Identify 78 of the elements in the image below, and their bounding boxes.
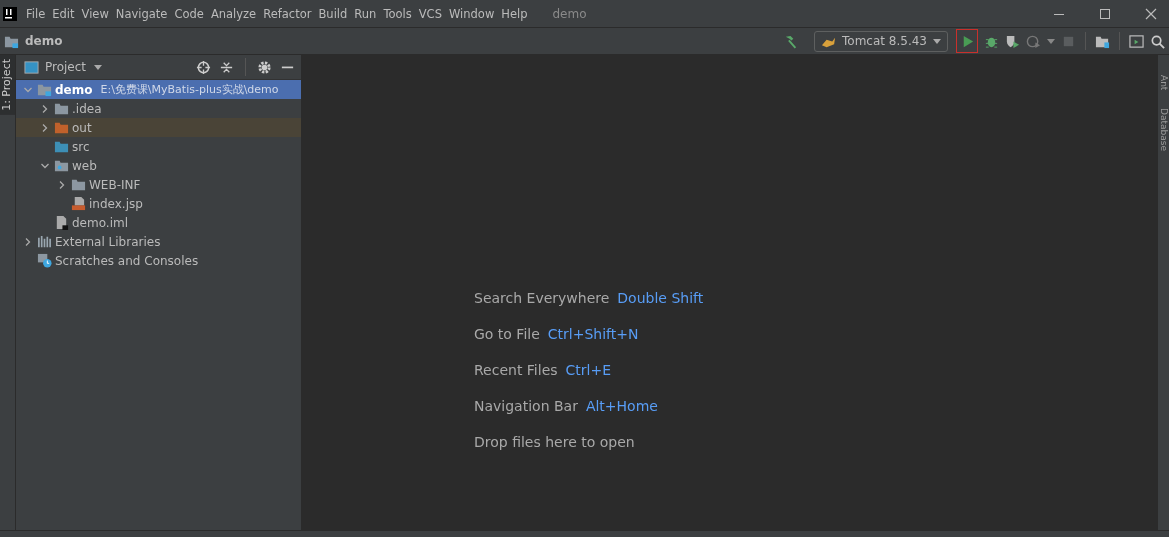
folder-icon (71, 177, 86, 192)
tree-item[interactable]: WEB-INF (16, 175, 301, 194)
menu-item[interactable]: VCS (418, 7, 442, 21)
module-path: E:\免费课\MyBatis-plus实战\demo (100, 82, 279, 97)
menu-item[interactable]: Code (174, 7, 204, 21)
tree-item-name: demo (55, 82, 93, 97)
tree-item-name: .idea (72, 101, 102, 116)
project-view-dropdown[interactable]: Project (45, 60, 87, 74)
menu-item[interactable]: Window (448, 7, 495, 21)
scratch-clock-icon (37, 253, 52, 268)
shortcut-label: Double Shift (617, 289, 704, 306)
folder-icon (54, 120, 69, 135)
tree-item-name: demo.iml (72, 215, 128, 230)
tree-item-name: WEB-INF (89, 177, 141, 192)
library-icon (37, 234, 52, 249)
menu-item[interactable]: Tools (383, 7, 412, 21)
shortcut-label: Ctrl+Shift+N (547, 325, 639, 342)
menu-item[interactable]: Edit (52, 7, 75, 21)
tree-item[interactable]: demo.iml (16, 213, 301, 232)
menu-item[interactable]: Analyze (210, 7, 257, 21)
window-title: demo (552, 7, 587, 21)
menu-item[interactable]: Help (501, 7, 528, 21)
menu-item[interactable]: Navigate (115, 7, 168, 21)
hint-label: Navigation Bar (474, 397, 578, 414)
shortcut-label: Ctrl+E (565, 361, 612, 378)
tree-item-name: web (72, 158, 97, 173)
tree-item[interactable]: External Libraries (16, 232, 301, 251)
tree-item-name: Scratches and Consoles (55, 253, 199, 268)
tool-window-tab[interactable]: Database (1158, 108, 1169, 152)
locate-icon[interactable] (196, 59, 211, 75)
hint-label: Drop files here to open (474, 433, 635, 450)
folder-icon (37, 82, 52, 97)
hint-label: Recent Files (474, 361, 558, 378)
run-button[interactable] (956, 29, 978, 53)
shortcut-label: Alt+Home (585, 397, 658, 414)
menu-item[interactable]: Refactor (263, 7, 312, 21)
settings-icon[interactable] (257, 59, 272, 75)
tree-item[interactable]: web (16, 156, 301, 175)
tree-item-name: index.jsp (89, 196, 143, 211)
window-icon (24, 59, 39, 75)
menu-item[interactable]: View (81, 7, 109, 21)
tree-item-name: out (72, 120, 92, 135)
chevron-icon[interactable] (40, 103, 50, 114)
tree-item[interactable]: out (16, 118, 301, 137)
chevron-icon[interactable] (57, 179, 67, 190)
terminal-window-icon[interactable] (1129, 33, 1144, 49)
chevron-icon[interactable] (23, 236, 33, 247)
caret-icon[interactable] (94, 64, 103, 70)
close-icon[interactable] (1145, 8, 1157, 20)
folder-icon (54, 139, 69, 154)
folder-icon (54, 101, 69, 116)
tree-item[interactable]: index.jsp (16, 194, 301, 213)
project-breadcrumb[interactable]: demo (25, 34, 63, 48)
project-tool-tab[interactable]: 1: Project (0, 55, 15, 115)
tree-item[interactable]: .idea (16, 99, 301, 118)
hint-label: Search Everywhere (474, 289, 610, 306)
run-configuration-dropdown[interactable]: Tomcat 8.5.43 (814, 30, 948, 52)
file-icon (54, 215, 69, 230)
shield-play-icon[interactable] (1005, 33, 1020, 49)
search-icon[interactable] (1150, 33, 1165, 49)
folder-icon (54, 158, 69, 173)
tree-item-name: External Libraries (55, 234, 161, 249)
tree-item-name: src (72, 139, 90, 154)
tree-item[interactable]: Scratches and Consoles (16, 251, 301, 270)
caret-icon (933, 38, 941, 44)
app-logo-icon (3, 7, 17, 21)
tree-item[interactable]: demo E:\免费课\MyBatis-plus实战\demo (16, 80, 301, 99)
menu-item[interactable]: Build (318, 7, 348, 21)
profiler-icon[interactable] (1026, 33, 1041, 49)
tool-window-tab[interactable]: Ant (1158, 75, 1169, 91)
jsp-file-icon (71, 196, 86, 211)
menu-item[interactable]: File (26, 7, 46, 21)
menu-item[interactable]: Run (354, 7, 377, 21)
caret-icon[interactable] (1047, 38, 1055, 44)
tree-item[interactable]: src (16, 137, 301, 156)
maximize-icon[interactable] (1099, 8, 1111, 20)
hint-label: Go to File (474, 325, 540, 342)
chevron-icon[interactable] (40, 122, 50, 133)
